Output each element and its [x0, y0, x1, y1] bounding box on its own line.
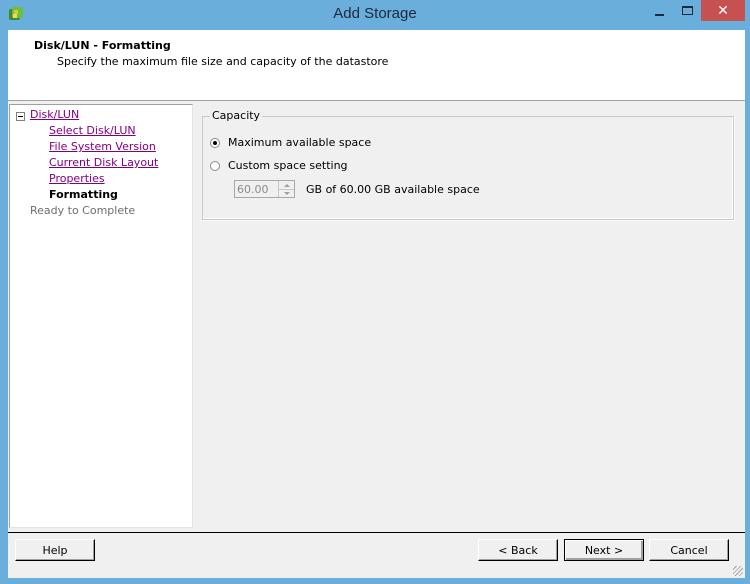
minimize-button[interactable]	[645, 0, 673, 21]
custom-space-radio[interactable]	[210, 160, 220, 171]
wizard-steps-panel: Disk/LUN Select Disk/LUN File System Ver…	[9, 104, 193, 528]
custom-space-option[interactable]: Custom space setting	[210, 159, 348, 172]
maximize-button[interactable]	[673, 0, 701, 21]
maximize-icon	[681, 6, 693, 15]
resize-grip-icon[interactable]	[733, 566, 743, 576]
size-value: 60.00	[237, 183, 269, 196]
nav-item-properties[interactable]: Properties	[49, 172, 105, 185]
close-icon: ✕	[717, 2, 729, 19]
custom-space-label: Custom space setting	[228, 159, 348, 172]
size-available-label: GB of 60.00 GB available space	[306, 183, 480, 196]
maximum-space-option[interactable]: Maximum available space	[210, 136, 371, 149]
minimize-icon	[654, 13, 664, 16]
title-bar: Add Storage ✕	[0, 0, 750, 30]
next-button[interactable]: Next >	[564, 539, 644, 561]
collapse-icon[interactable]	[16, 112, 25, 121]
dialog-client-area: Disk/LUN - Formatting Specify the maximu…	[8, 30, 745, 578]
arrow-down-icon	[283, 191, 290, 195]
spin-down-button	[279, 189, 294, 197]
close-button[interactable]: ✕	[701, 0, 745, 21]
cancel-button[interactable]: Cancel	[649, 539, 729, 561]
page-subtitle: Specify the maximum file size and capaci…	[57, 55, 389, 68]
back-button[interactable]: < Back	[478, 539, 558, 561]
page-title: Disk/LUN - Formatting	[34, 39, 171, 52]
window-title: Add Storage	[333, 5, 417, 22]
capacity-group-label: Capacity	[210, 109, 263, 122]
spinner-buttons	[278, 181, 294, 197]
nav-item-file-system-version[interactable]: File System Version	[49, 140, 156, 153]
maximum-space-label: Maximum available space	[228, 136, 372, 149]
nav-item-disk-lun[interactable]: Disk/LUN	[30, 108, 79, 121]
wizard-header: Disk/LUN - Formatting Specify the maximu…	[8, 30, 745, 101]
arrow-up-icon	[283, 183, 290, 187]
nav-item-ready-to-complete: Ready to Complete	[30, 204, 136, 217]
size-spinner: 60.00	[234, 180, 295, 198]
capacity-groupbox: Capacity Maximum available space Custom …	[202, 109, 734, 220]
maximum-space-radio[interactable]	[210, 137, 220, 148]
footer-divider	[8, 532, 745, 533]
nav-item-select-disk-lun[interactable]: Select Disk/LUN	[49, 124, 136, 137]
nav-item-current-disk-layout[interactable]: Current Disk Layout	[49, 156, 158, 169]
nav-item-formatting: Formatting	[49, 188, 118, 201]
help-button[interactable]: Help	[15, 539, 95, 561]
